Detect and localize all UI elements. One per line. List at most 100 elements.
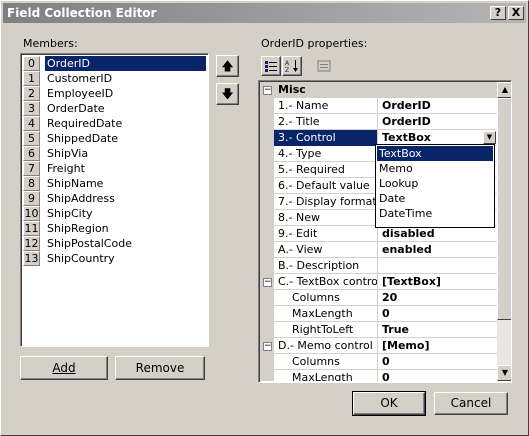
property-gutter: − <box>260 338 274 354</box>
remove-button-label: Remove <box>135 361 185 375</box>
member-index: 5 <box>23 131 40 146</box>
list-item[interactable]: 4 RequiredDate <box>23 116 208 131</box>
collapse-icon[interactable]: − <box>263 86 272 95</box>
property-row[interactable]: 2.- Title OrderID <box>260 114 497 130</box>
collapse-icon[interactable]: − <box>263 342 272 351</box>
properties-label: OrderID properties: <box>261 37 368 50</box>
property-name: 6.- Default value <box>274 178 378 194</box>
svg-text:Z: Z <box>285 67 289 73</box>
property-row[interactable]: 1.- Name OrderID <box>260 98 497 114</box>
property-name: 9.- Edit <box>274 226 378 242</box>
dropdown-option[interactable]: DateTime <box>377 206 493 221</box>
arrow-up-icon: 🡅 <box>221 59 234 73</box>
property-value[interactable]: disabled <box>379 226 497 242</box>
property-gutter <box>260 162 274 178</box>
property-gutter <box>260 258 274 274</box>
property-row[interactable]: MaxLength 0 <box>260 370 497 381</box>
property-value[interactable] <box>379 258 497 274</box>
member-name: CustomerID <box>47 72 113 85</box>
categorized-button[interactable] <box>261 56 281 76</box>
close-button[interactable]: X <box>508 6 524 20</box>
member-index: 13 <box>23 251 40 266</box>
list-item[interactable]: 7 Freight <box>23 161 208 176</box>
help-button[interactable]: ? <box>490 6 506 20</box>
member-index: 9 <box>23 191 40 206</box>
dropdown-option[interactable]: Date <box>377 191 493 206</box>
member-index: 1 <box>23 71 40 86</box>
property-row[interactable]: RightToLeft True <box>260 322 497 338</box>
property-gutter: − <box>260 274 274 290</box>
window-title: Field Collection Editor <box>7 6 157 20</box>
property-row[interactable]: − D.- Memo control [Memo] <box>260 338 497 354</box>
scroll-up-icon: ▲ <box>501 85 509 94</box>
property-value[interactable]: 0 <box>379 370 497 381</box>
property-pages-button[interactable] <box>314 56 334 76</box>
title-bar[interactable]: Field Collection Editor ? X <box>3 3 526 23</box>
list-item[interactable]: 2 EmployeeID <box>23 86 208 101</box>
move-up-button[interactable]: 🡅 <box>216 55 239 77</box>
property-value[interactable]: OrderID <box>379 98 497 114</box>
property-name: 8.- New <box>274 210 378 226</box>
list-item[interactable]: 9 ShipAddress <box>23 191 208 206</box>
property-grid[interactable]: − Misc 1.- Name OrderID 2.- Title OrderID 3.- … <box>258 80 512 383</box>
categorized-icon <box>265 61 277 72</box>
list-item[interactable]: 0 OrderID <box>23 56 208 71</box>
dropdown-button[interactable]: ▼ <box>483 131 496 144</box>
property-row[interactable]: Columns 0 <box>260 354 497 370</box>
property-row[interactable]: − C.- TextBox control [TextBox] <box>260 274 497 290</box>
member-name: ShipAddress <box>47 192 115 205</box>
cancel-button[interactable]: Cancel <box>434 392 508 415</box>
property-value[interactable]: 0 <box>379 306 497 322</box>
member-index: 10 <box>23 206 40 221</box>
list-item[interactable]: 10 ShipCity <box>23 206 208 221</box>
dropdown-option[interactable]: Memo <box>377 161 493 176</box>
list-item[interactable]: 11 ShipRegion <box>23 221 208 236</box>
alphabetical-button[interactable]: A Z <box>282 56 302 76</box>
control-dropdown-list[interactable]: TextBox Memo Lookup Date DateTime <box>375 144 495 228</box>
member-index: 4 <box>23 116 40 131</box>
member-name: ShipCity <box>47 207 93 220</box>
property-value[interactable]: [TextBox] <box>379 274 497 290</box>
property-gutter <box>260 226 274 242</box>
property-gutter <box>260 178 274 194</box>
add-button[interactable]: Add <box>20 356 108 380</box>
dropdown-option[interactable]: TextBox <box>377 146 493 161</box>
member-name: OrderDate <box>47 102 105 115</box>
property-name: A.- View <box>274 242 378 258</box>
property-row[interactable]: A.- View enabled <box>260 242 497 258</box>
dropdown-option[interactable]: Lookup <box>377 176 493 191</box>
property-value[interactable]: OrderID <box>379 114 497 130</box>
list-item[interactable]: 12 ShipPostalCode <box>23 236 208 251</box>
list-item[interactable]: 1 CustomerID <box>23 71 208 86</box>
remove-button[interactable]: Remove <box>115 356 205 380</box>
property-gutter <box>260 322 274 338</box>
collapse-icon[interactable]: − <box>263 278 272 287</box>
scroll-thumb[interactable] <box>497 98 511 320</box>
property-value[interactable]: enabled <box>379 242 497 258</box>
scroll-down-button[interactable]: ▼ <box>497 365 511 381</box>
list-item[interactable]: 3 OrderDate <box>23 101 208 116</box>
member-name: ShipPostalCode <box>47 237 132 250</box>
member-name: ShipName <box>47 177 104 190</box>
property-gutter <box>260 130 274 146</box>
property-row[interactable]: 9.- Edit disabled <box>260 226 497 242</box>
list-item[interactable]: 5 ShippedDate <box>23 131 208 146</box>
arrow-down-icon: 🡇 <box>221 87 234 101</box>
scroll-up-button[interactable]: ▲ <box>497 82 511 98</box>
property-row[interactable]: MaxLength 0 <box>260 306 497 322</box>
property-row[interactable]: B.- Description <box>260 258 497 274</box>
list-item[interactable]: 6 ShipVia <box>23 146 208 161</box>
property-category[interactable]: − Misc <box>260 82 497 98</box>
property-value[interactable]: True <box>379 322 497 338</box>
members-list[interactable]: 0 OrderID 1 CustomerID 2 EmployeeID 3 OrderDate… <box>20 53 209 347</box>
ok-button[interactable]: OK <box>352 391 426 416</box>
move-down-button[interactable]: 🡇 <box>216 83 239 105</box>
property-value[interactable]: [Memo] <box>379 338 497 354</box>
property-grid-scrollbar[interactable]: ▲ ▼ <box>497 82 511 381</box>
list-item[interactable]: 13 ShipCountry <box>23 251 208 266</box>
property-value[interactable]: 20 <box>379 290 497 306</box>
list-item[interactable]: 8 ShipName <box>23 176 208 191</box>
property-row[interactable]: Columns 20 <box>260 290 497 306</box>
property-value[interactable]: 0 <box>379 354 497 370</box>
property-name: 1.- Name <box>274 98 378 114</box>
